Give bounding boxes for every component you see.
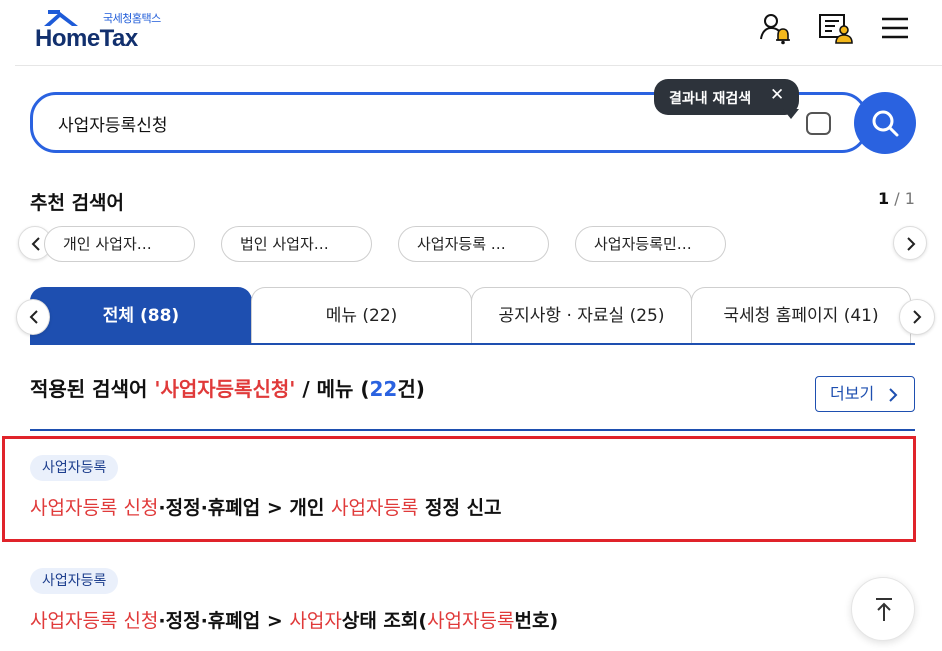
- chip-item[interactable]: 사업자등록 …: [398, 226, 549, 262]
- more-button-label: 더보기: [830, 384, 875, 403]
- hometax-logo[interactable]: 국세청홈택스 HomeTax: [30, 8, 170, 58]
- result-category-badge: 사업자등록: [30, 568, 119, 594]
- result-divider: [30, 429, 915, 431]
- pager-current: 1: [878, 189, 890, 208]
- research-within-results-checkbox[interactable]: [806, 112, 831, 135]
- chevron-left-icon: [29, 310, 38, 324]
- tab-nts-homepage[interactable]: 국세청 홈페이지 (41): [691, 287, 911, 344]
- chip-item[interactable]: 사업자등록민…: [575, 226, 726, 262]
- result-text: 번호): [514, 610, 559, 632]
- result-text-highlight: 사업자등록 신청: [30, 497, 159, 519]
- recommended-pager: 1 / 1: [878, 189, 915, 208]
- result-text-highlight: 사업자등록 신청: [30, 610, 159, 632]
- result-text: ·정정·휴폐업 >: [158, 610, 290, 632]
- applied-prefix: 적용된 검색어: [30, 377, 155, 401]
- logo-title: HomeTax: [35, 25, 138, 52]
- tab-underline: [30, 343, 915, 345]
- result-text-highlight: 사업자: [289, 610, 342, 632]
- result-text: ·정정·휴폐업 > 개인: [158, 497, 331, 519]
- research-tooltip: 결과내 재검색 ✕: [654, 79, 799, 119]
- pager-separator: /: [889, 189, 905, 208]
- applied-suffix: 건): [397, 377, 425, 401]
- menu-icon[interactable]: [877, 10, 913, 46]
- search-input[interactable]: [58, 109, 678, 137]
- header: 국세청홈택스 HomeTax: [15, 0, 942, 66]
- chip-item[interactable]: 개인 사업자…: [44, 226, 195, 262]
- chevron-left-icon: [31, 237, 40, 251]
- tooltip-tail: [783, 109, 799, 119]
- result-link[interactable]: 사업자등록 신청·정정·휴폐업 > 개인 사업자등록 정정 신고: [30, 493, 502, 520]
- applied-keyword: '사업자등록신청': [154, 377, 296, 401]
- selected-result-outline: [2, 436, 916, 542]
- search-icon: [872, 110, 899, 137]
- chip-item[interactable]: 법인 사업자…: [221, 226, 372, 262]
- document-user-icon[interactable]: [817, 10, 853, 46]
- applied-keyword-heading: 적용된 검색어 '사업자등록신청' / 메뉴 (22건): [30, 373, 425, 402]
- chips-next-button[interactable]: [893, 226, 927, 260]
- logo-subtitle: 국세청홈택스: [103, 12, 161, 25]
- more-button[interactable]: 더보기: [815, 376, 915, 412]
- chevron-right-icon: [907, 237, 916, 251]
- scroll-top-button[interactable]: [851, 577, 915, 641]
- applied-count: 22: [369, 377, 398, 401]
- tooltip-close-icon[interactable]: ✕: [770, 85, 784, 105]
- result-text: 정정 신고: [418, 497, 502, 519]
- tooltip-text: 결과내 재검색: [669, 91, 752, 107]
- user-bell-icon[interactable]: [758, 10, 794, 46]
- result-text: 상태 조회(: [341, 610, 428, 632]
- tab-all[interactable]: 전체 (88): [30, 287, 252, 344]
- chevron-right-icon: [889, 388, 898, 402]
- applied-middle: / 메뉴 (: [295, 377, 370, 401]
- result-text-highlight: 사업자등록: [330, 497, 419, 519]
- tabs-next-button[interactable]: [899, 299, 935, 335]
- recommended-title: 추천 검색어: [30, 192, 125, 214]
- arrow-up-icon: [876, 598, 892, 621]
- chevron-right-icon: [913, 310, 922, 324]
- pager-total: 1: [904, 189, 915, 208]
- tab-menu[interactable]: 메뉴 (22): [251, 287, 472, 344]
- result-category-badge: 사업자등록: [30, 455, 119, 481]
- tabs-prev-button[interactable]: [16, 299, 50, 335]
- tab-notice-archive[interactable]: 공지사항 · 자료실 (25): [471, 287, 692, 344]
- result-text-highlight: 사업자등록: [427, 610, 515, 632]
- result-link[interactable]: 사업자등록 신청·정정·휴폐업 > 사업자상태 조회(사업자등록번호): [30, 606, 558, 633]
- search-button[interactable]: [854, 92, 916, 154]
